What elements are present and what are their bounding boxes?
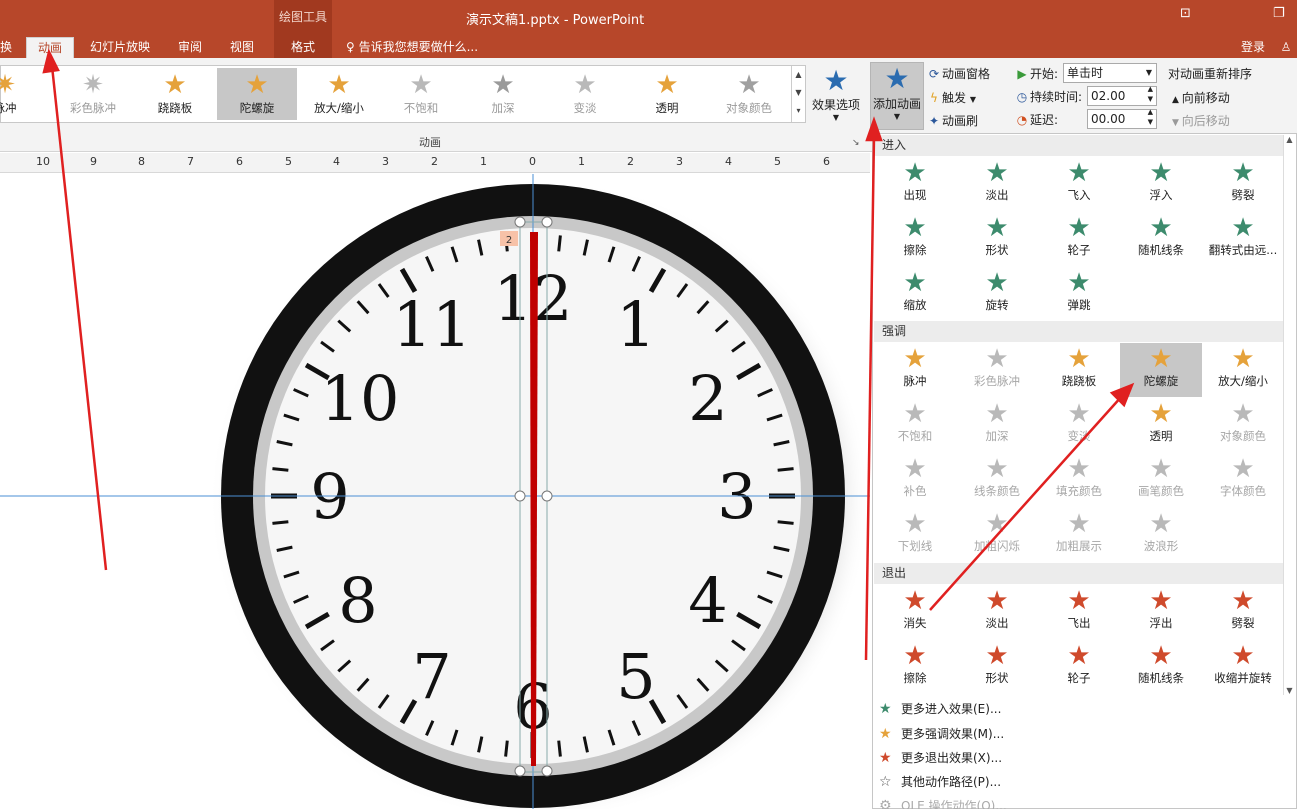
powerpoint-window: 绘图工具 演示文稿1.pptx - PowerPoint ⊡ ❐ 换 动画 幻灯…	[0, 0, 1297, 809]
arrow-line	[864, 135, 876, 661]
arrow-head	[42, 48, 60, 74]
arrow-line	[929, 395, 1123, 611]
annotation-arrows	[42, 48, 1135, 661]
arrow-line	[50, 65, 108, 571]
arrow-head	[865, 116, 883, 142]
